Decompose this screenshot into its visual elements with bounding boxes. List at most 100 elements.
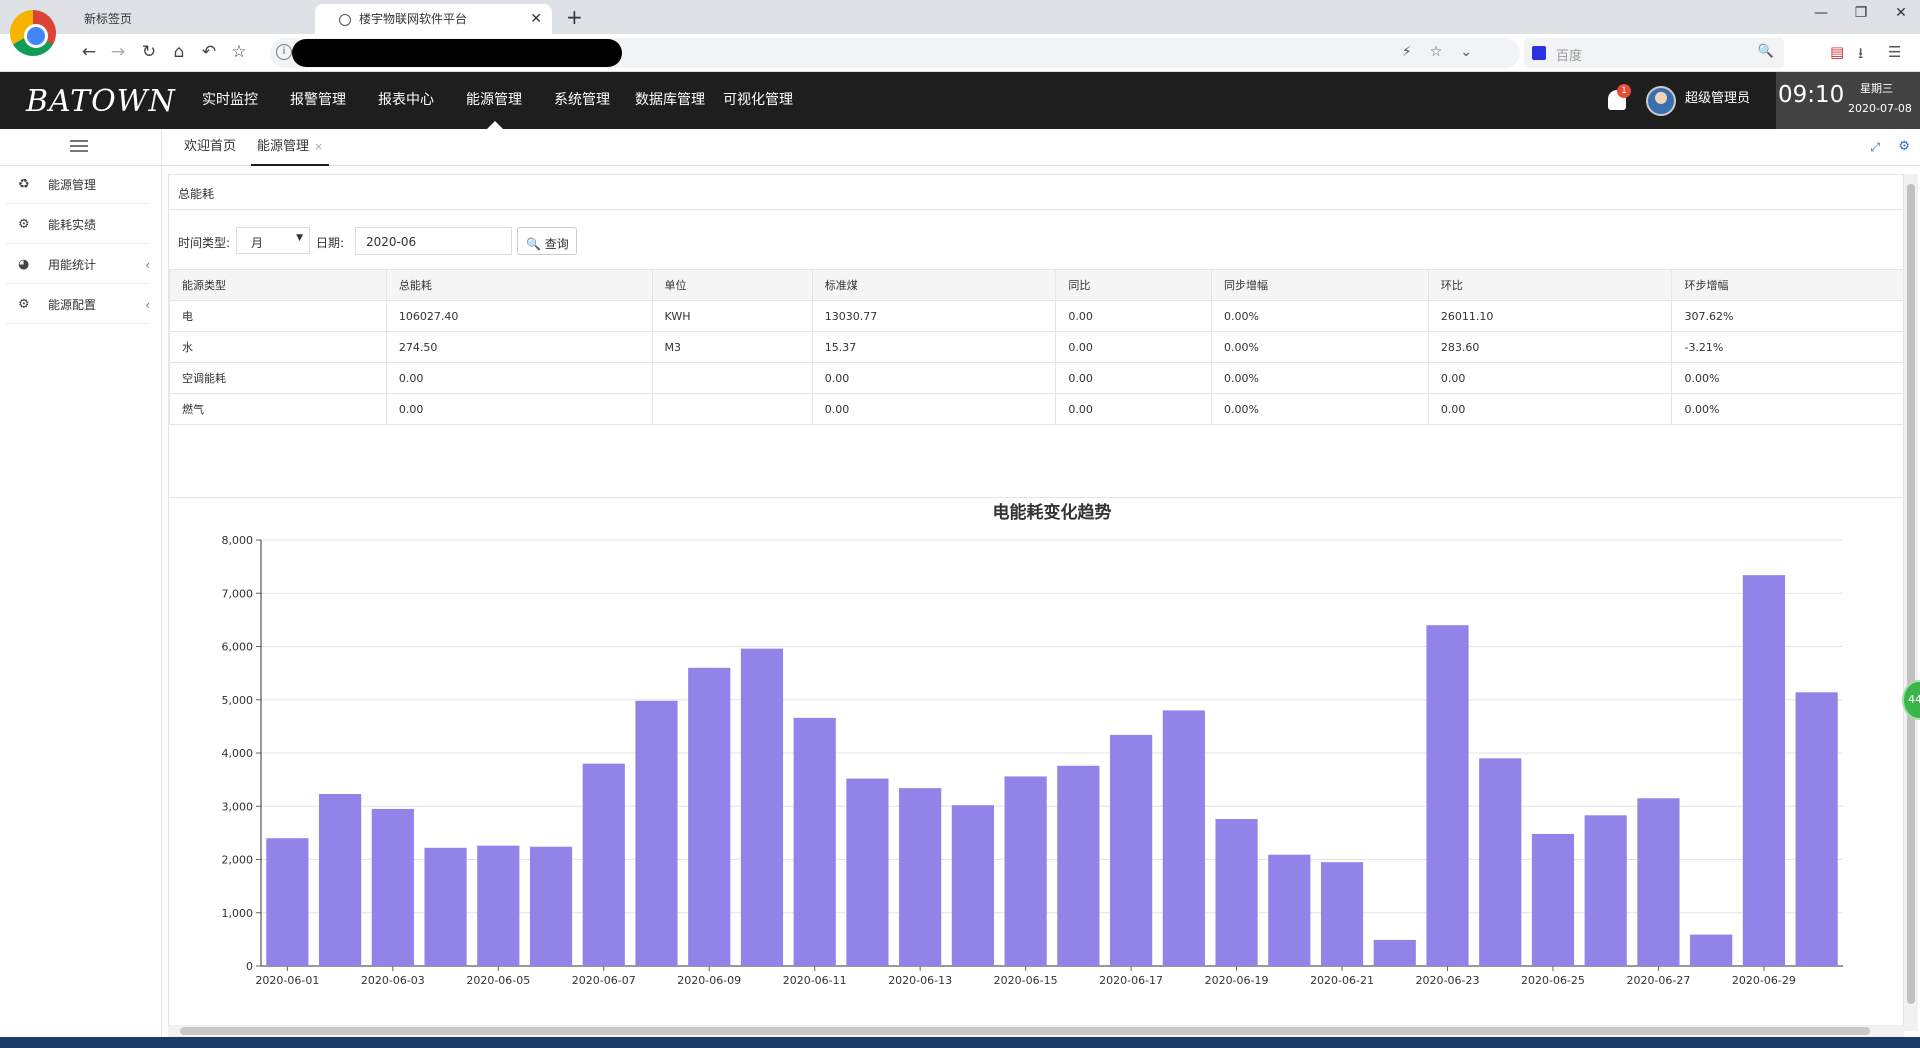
search-placeholder: 百度 bbox=[1556, 49, 1583, 64]
chart-bar bbox=[582, 763, 625, 966]
address-bar-icons[interactable]: ⚡☆⌄ bbox=[1402, 44, 1490, 60]
home-icon[interactable]: ⌂ bbox=[168, 42, 190, 62]
fullscreen-icon[interactable]: ⤢ bbox=[1870, 140, 1880, 155]
browser-tab-new[interactable]: 新标签页 bbox=[70, 4, 310, 34]
column-header: 能源类型 bbox=[169, 269, 387, 301]
notification-badge: 1 bbox=[1617, 84, 1631, 98]
divider bbox=[169, 209, 1903, 210]
download-icon[interactable]: ⭳ bbox=[1858, 43, 1863, 68]
gear-icon[interactable]: ⚙ bbox=[1898, 139, 1910, 154]
nav-visual[interactable]: 可视化管理 bbox=[718, 72, 798, 129]
scrollbar-thumb[interactable] bbox=[1907, 184, 1915, 1004]
sidebar-item-energy[interactable]: ♻ 能源管理 bbox=[6, 166, 150, 204]
chart-bar bbox=[1637, 798, 1680, 966]
table-row: 空调能耗 0.00 0.00 0.00 0.00% 0.00 0.00% bbox=[169, 362, 1903, 394]
table-cell: 307.62% bbox=[1671, 300, 1903, 332]
content-tab-bar: 欢迎首页 能源管理 × ⤢ ⚙ bbox=[162, 129, 1920, 166]
chart-bar bbox=[1426, 625, 1469, 966]
table-cell bbox=[651, 362, 813, 394]
x-tick-label: 2020-06-27 bbox=[1626, 974, 1690, 987]
date-input[interactable]: 2020-06 bbox=[355, 227, 512, 255]
table-cell: 0.00 bbox=[1055, 331, 1212, 363]
table-cell: 0.00% bbox=[1210, 300, 1429, 332]
energy-table: 能源类型 总能耗 单位 标准煤 同比 同步增幅 环比 环步增幅 电 106027.40 KWH 13… bbox=[169, 269, 1903, 425]
nav-alarm[interactable]: 报警管理 bbox=[286, 72, 350, 129]
tab-home[interactable]: 欢迎首页 bbox=[184, 129, 236, 166]
window-close-icon[interactable]: ✕ bbox=[1886, 5, 1916, 21]
nav-report[interactable]: 报表中心 bbox=[374, 72, 438, 129]
scrollbar-thumb[interactable] bbox=[180, 1027, 1870, 1035]
chevron-left-icon: ‹ bbox=[145, 258, 150, 272]
chart-bar bbox=[740, 648, 784, 966]
table-row: 电 106027.40 KWH 13030.77 0.00 0.00% 26011.10 30… bbox=[169, 300, 1903, 332]
chart-bar bbox=[1584, 815, 1627, 966]
y-tick-label: 6,000 bbox=[222, 641, 254, 654]
forward-icon[interactable]: → bbox=[107, 42, 129, 62]
y-tick-label: 1,000 bbox=[222, 907, 254, 920]
undo-icon[interactable]: ↶ bbox=[198, 42, 220, 62]
pdf-icon[interactable]: ▤ bbox=[1830, 43, 1844, 61]
time-type-select[interactable]: 月 ▼ bbox=[236, 227, 310, 254]
chart-bar bbox=[1320, 862, 1364, 966]
column-header: 总能耗 bbox=[385, 269, 653, 301]
table-cell: 0.00% bbox=[1210, 331, 1429, 363]
x-tick-label: 2020-06-25 bbox=[1521, 974, 1585, 987]
sidebar-item-config[interactable]: ⚙ 能源配置 ‹ bbox=[6, 286, 150, 324]
sidebar-item-consumption[interactable]: ⚙ 能耗实绩 bbox=[6, 206, 150, 244]
column-header: 标准煤 bbox=[811, 269, 1057, 301]
url-text-redacted[interactable] bbox=[292, 39, 622, 67]
os-taskbar bbox=[0, 1037, 1920, 1048]
address-bar[interactable]: i ⚡☆⌄ bbox=[270, 38, 1520, 68]
browser-tab-active[interactable]: 楼宇物联网软件平台 ✕ bbox=[315, 4, 552, 34]
nav-system[interactable]: 系统管理 bbox=[550, 72, 614, 129]
search-icon[interactable]: 🔍 bbox=[1758, 44, 1774, 59]
menu-toggle-icon[interactable] bbox=[70, 140, 88, 152]
search-box[interactable]: 百度 🔍 bbox=[1524, 38, 1784, 68]
restore-icon[interactable]: ❐ bbox=[1846, 5, 1876, 21]
clock-weekday: 星期三 bbox=[1860, 82, 1893, 95]
bookmark-star-icon[interactable]: ☆ bbox=[228, 42, 250, 62]
avatar[interactable] bbox=[1646, 86, 1676, 116]
tab-close-icon[interactable]: × bbox=[314, 140, 323, 153]
horizontal-scrollbar[interactable] bbox=[168, 1025, 1904, 1037]
x-tick-label: 2020-06-17 bbox=[1099, 974, 1163, 987]
x-tick-label: 2020-06-05 bbox=[466, 974, 530, 987]
chart-bar bbox=[424, 847, 467, 966]
table-cell: 0.00 bbox=[385, 362, 653, 394]
brand-logo: BATOWN bbox=[26, 84, 176, 119]
browser-tab-label: 楼宇物联网软件平台 bbox=[359, 12, 468, 26]
query-button[interactable]: 🔍 查询 bbox=[517, 227, 577, 255]
vertical-scrollbar[interactable] bbox=[1904, 174, 1918, 1031]
tab-energy[interactable]: 能源管理 × bbox=[251, 129, 330, 166]
nav-realtime[interactable]: 实时监控 bbox=[198, 72, 262, 129]
close-tab-icon[interactable]: ✕ bbox=[530, 4, 542, 34]
baidu-icon bbox=[1532, 46, 1546, 60]
y-tick-label: 2,000 bbox=[222, 854, 254, 867]
user-name[interactable]: 超级管理员 bbox=[1685, 72, 1750, 126]
y-tick-label: 8,000 bbox=[222, 534, 254, 547]
chart-title: 电能耗变化趋势 bbox=[993, 502, 1112, 523]
gear-icon: ⚙ bbox=[18, 297, 30, 312]
sidebar-item-statistics[interactable]: ◕ 用能统计 ‹ bbox=[6, 246, 150, 284]
date-label: 日期: bbox=[316, 236, 345, 250]
x-tick-label: 2020-06-23 bbox=[1416, 974, 1480, 987]
table-cell: -3.21% bbox=[1671, 331, 1903, 363]
globe-icon bbox=[339, 13, 351, 26]
table-cell: 274.50 bbox=[385, 331, 653, 363]
minimize-icon[interactable]: — bbox=[1806, 5, 1836, 21]
table-body: 电 106027.40 KWH 13030.77 0.00 0.00% 26011.10 30… bbox=[169, 300, 1903, 425]
menu-icon[interactable]: ☰ bbox=[1888, 43, 1901, 61]
column-header: 同比 bbox=[1055, 269, 1212, 301]
x-tick-label: 2020-06-13 bbox=[888, 974, 952, 987]
new-tab-button[interactable]: + bbox=[566, 4, 583, 30]
table-cell: 13030.77 bbox=[811, 300, 1057, 332]
chart-bar bbox=[951, 805, 994, 966]
tab-label: 欢迎首页 bbox=[184, 139, 237, 154]
reload-icon[interactable]: ↻ bbox=[138, 42, 160, 62]
energy-panel: 总能耗 时间类型: 月 ▼ 日期: 2020-06 🔍 查询 能源类型 总能耗 单位标… bbox=[168, 174, 1904, 1031]
nav-database[interactable]: 数据库管理 bbox=[630, 72, 710, 129]
site-info-icon[interactable]: i bbox=[276, 44, 292, 60]
table-cell: 电 bbox=[169, 300, 387, 332]
y-tick-label: 4,000 bbox=[222, 747, 254, 760]
back-icon[interactable]: ← bbox=[78, 42, 100, 62]
